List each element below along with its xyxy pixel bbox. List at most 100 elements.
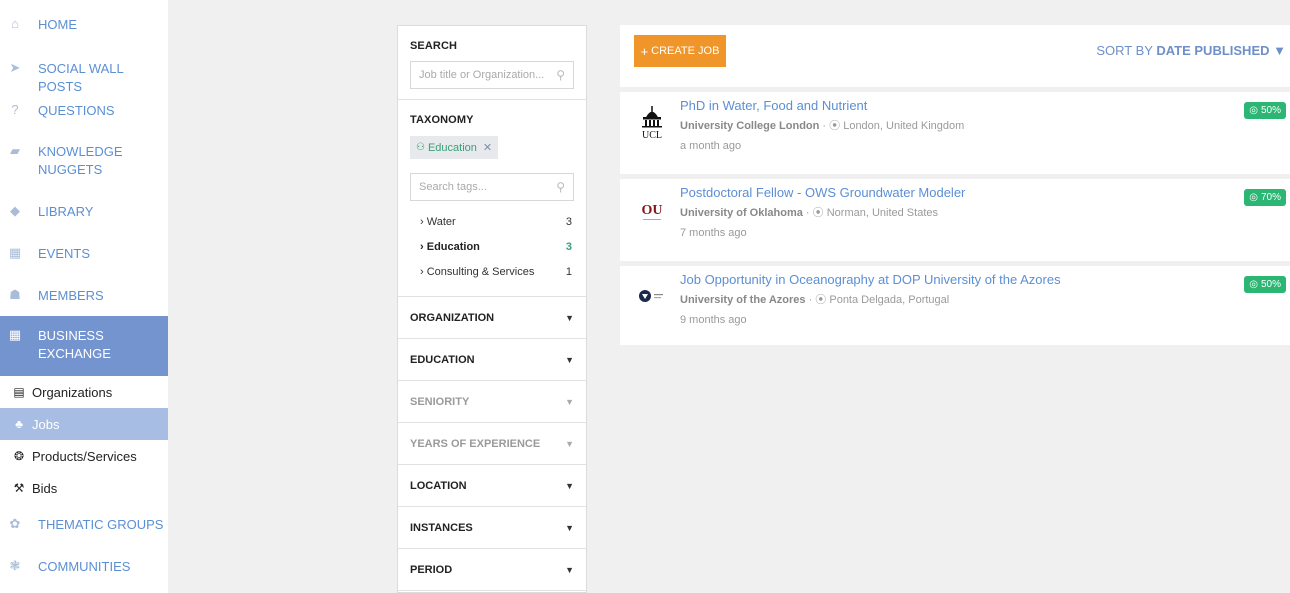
location-pin-icon: ⦿	[829, 120, 841, 132]
nav-label: THEMATIC GROUPS	[38, 517, 164, 532]
target-icon: ◎	[1249, 105, 1258, 116]
target-icon: ◎	[1249, 192, 1258, 203]
subnav-label: Products/Services	[32, 448, 137, 464]
nav-label: QUESTIONS	[38, 103, 115, 118]
filter-education[interactable]: EDUCATION ▼	[398, 339, 586, 381]
caret-down-icon: ▼	[565, 564, 574, 575]
nav-communities[interactable]: ❃ COMMUNITIES	[0, 558, 168, 576]
job-meta: University of the Azores · ⦿ Ponta Delga…	[680, 294, 950, 306]
caret-down-icon: ▼	[565, 312, 574, 323]
job-card[interactable]: UCL PhD in Water, Food and Nutrient Univ…	[620, 87, 1290, 174]
job-time: a month ago	[680, 140, 742, 152]
plus-icon: +	[640, 43, 649, 59]
filter-years-of-experience[interactable]: YEARS OF EXPERIENCE ▼	[398, 423, 586, 465]
nav-label: SOCIAL WALL POSTS	[38, 61, 124, 94]
job-time: 7 months ago	[680, 227, 747, 239]
nav-knowledge-nuggets[interactable]: ▰ KNOWLEDGE NUGGETS	[0, 143, 168, 179]
chip-label: Education	[427, 141, 477, 154]
oklahoma-logo-image: OU	[642, 203, 663, 220]
home-icon: ⌂	[11, 16, 19, 31]
tag-item-consulting[interactable]: › Consulting & Services 1	[420, 259, 574, 284]
job-title-link[interactable]: PhD in Water, Food and Nutrient	[680, 98, 1290, 113]
members-icon: ☗	[9, 287, 21, 302]
tags-search-input[interactable]: Search tags... ⚲	[410, 173, 574, 201]
nav-business-exchange[interactable]: ▦ BUSINESS EXCHANGE	[0, 316, 168, 376]
svg-text:UCL: UCL	[642, 130, 662, 139]
nav-library[interactable]: ◆ LIBRARY	[0, 203, 168, 221]
tag-icon: ⚇	[416, 142, 425, 153]
nav-thematic-groups[interactable]: ✿ THEMATIC GROUPS	[0, 516, 168, 534]
nugget-icon: ▰	[10, 143, 20, 158]
subnav-bids[interactable]: ⚒ Bids	[0, 472, 168, 504]
close-icon[interactable]: ✕	[483, 141, 492, 154]
job-meta: University College London · ⦿ London, Un…	[680, 120, 965, 132]
job-title-link[interactable]: Job Opportunity in Oceanography at DOP U…	[680, 272, 1290, 287]
oklahoma-logo: OU	[634, 191, 670, 227]
filter-period[interactable]: PERIOD ▼	[398, 549, 586, 591]
gavel-icon: ⚒	[13, 481, 25, 495]
job-card[interactable]: Job Opportunity in Oceanography at DOP U…	[620, 261, 1290, 348]
sidebar: ⌂ HOME ➤ SOCIAL WALL POSTS ? QUESTIONS ▰…	[0, 0, 168, 593]
search-title: SEARCH	[410, 40, 458, 52]
cube-icon: ❂	[13, 449, 25, 463]
job-toolbar: + CREATE JOB SORT BY DATE PUBLISHED ▼	[620, 25, 1290, 87]
caret-down-icon: ▼	[565, 396, 574, 407]
sort-dropdown[interactable]: SORT BY DATE PUBLISHED ▼	[1096, 43, 1286, 58]
job-title-link[interactable]: Postdoctoral Fellow - OWS Groundwater Mo…	[680, 185, 1290, 200]
subnav-jobs[interactable]: ♣ Jobs	[0, 408, 168, 440]
filter-seniority[interactable]: SENIORITY ▼	[398, 381, 586, 423]
communities-icon: ❃	[9, 558, 21, 573]
azores-logo-image	[639, 290, 663, 302]
nav-social-wall-posts[interactable]: ➤ SOCIAL WALL POSTS	[0, 60, 168, 96]
search-section: SEARCH Job title or Organization... ⚲	[398, 26, 586, 100]
tag-label: › Consulting & Services	[420, 265, 535, 278]
filter-organization[interactable]: ORGANIZATION ▼	[398, 297, 586, 339]
nav-events[interactable]: ▦ EVENTS	[0, 245, 168, 263]
nav-label: BUSINESS EXCHANGE	[38, 328, 111, 361]
subnav-label: Organizations	[32, 384, 113, 400]
job-organization[interactable]: University College London	[680, 120, 819, 132]
search-icon[interactable]: ⚲	[556, 68, 565, 82]
create-job-button[interactable]: + CREATE JOB	[634, 35, 726, 67]
nav-label: COMMUNITIES	[38, 559, 131, 574]
sort-value: DATE PUBLISHED	[1156, 43, 1270, 58]
job-organization[interactable]: University of Oklahoma	[680, 207, 803, 219]
nav-label: LIBRARY	[38, 204, 94, 219]
filter-instances[interactable]: INSTANCES ▼	[398, 507, 586, 549]
nav-members[interactable]: ☗ MEMBERS	[0, 287, 168, 305]
tag-item-water[interactable]: › Water 3	[420, 209, 574, 234]
match-badge: ◎ 50%	[1244, 276, 1286, 293]
taxonomy-chip[interactable]: ⚇ Education ✕	[410, 136, 499, 159]
groups-icon: ✿	[9, 516, 21, 531]
location-pin-icon: ⦿	[815, 294, 827, 306]
search-placeholder: Job title or Organization...	[419, 69, 545, 81]
tag-count: 1	[565, 265, 572, 278]
search-input[interactable]: Job title or Organization... ⚲	[410, 61, 574, 89]
sort-prefix: SORT BY	[1096, 43, 1153, 58]
subnav-products-services[interactable]: ❂ Products/Services	[0, 440, 168, 472]
people-icon: ♣	[15, 417, 23, 431]
tag-count: 3	[565, 240, 572, 253]
job-location: Ponta Delgada, Portugal	[829, 294, 950, 306]
search-icon[interactable]: ⚲	[556, 180, 565, 194]
calendar-icon: ▦	[8, 245, 22, 260]
tag-item-education[interactable]: › Education 3	[420, 234, 574, 259]
nav-questions[interactable]: ? QUESTIONS	[0, 102, 168, 120]
tags-placeholder: Search tags...	[419, 181, 487, 193]
nav-label: EVENTS	[38, 246, 91, 261]
job-list-panel: + CREATE JOB SORT BY DATE PUBLISHED ▼ UC…	[620, 25, 1290, 345]
caret-down-icon: ▼	[1273, 43, 1286, 58]
nav-label: HOME	[38, 17, 77, 32]
filter-label: EDUCATION	[410, 353, 475, 366]
filter-location[interactable]: LOCATION ▼	[398, 465, 586, 507]
question-icon: ?	[11, 102, 19, 117]
caret-down-icon: ▼	[565, 354, 574, 365]
job-location: London, United Kingdom	[843, 120, 965, 132]
job-time: 9 months ago	[680, 314, 747, 326]
job-organization[interactable]: University of the Azores	[680, 294, 806, 306]
send-icon: ➤	[9, 60, 21, 75]
filter-panel: SEARCH Job title or Organization... ⚲ TA…	[397, 25, 587, 593]
subnav-organizations[interactable]: ▤ Organizations	[0, 376, 168, 408]
job-card[interactable]: OU Postdoctoral Fellow - OWS Groundwater…	[620, 174, 1290, 261]
nav-home[interactable]: ⌂ HOME	[0, 16, 168, 34]
